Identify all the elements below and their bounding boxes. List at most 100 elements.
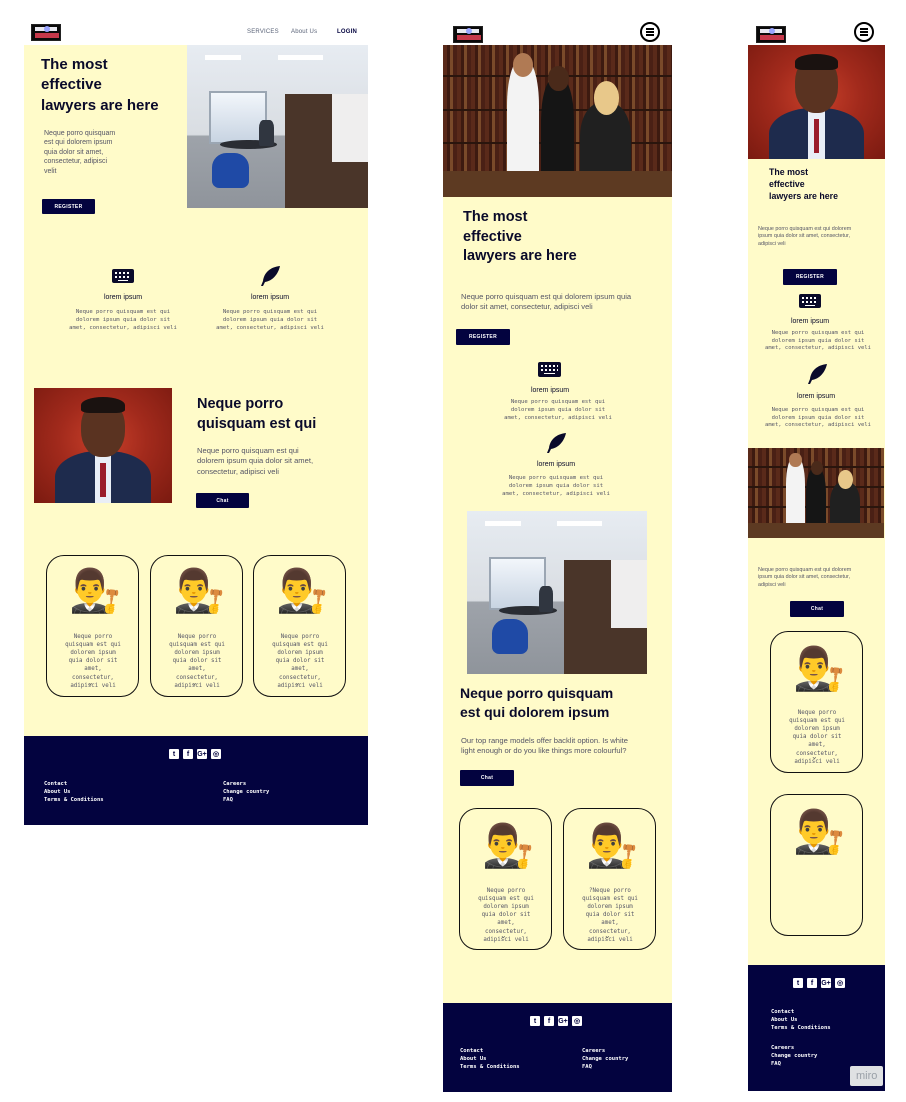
hamburger-menu-icon[interactable] <box>640 22 660 42</box>
hero-text-line: Neque porro quisquam <box>44 130 116 137</box>
footer-country-link[interactable]: Change country <box>771 1053 817 1061</box>
footer-about-link[interactable]: About Us <box>44 789 104 797</box>
office-photo <box>187 45 368 208</box>
nav-login[interactable]: LOGIN <box>337 29 357 35</box>
card-text-line: dolorem ipsum <box>174 650 220 657</box>
logo[interactable] <box>453 26 483 43</box>
lawyer-card[interactable]: 👨‍⚖️ Neque porro quisquam est qui dolorem … <box>459 808 552 950</box>
hero-text: Neque porro quisquam est qui dolorem ips… <box>461 292 631 313</box>
chevron-down-icon[interactable]: ⌄ <box>604 931 611 940</box>
google-plus-icon[interactable]: G+ <box>558 1016 568 1026</box>
footer-contact-link[interactable]: Contact <box>771 1009 831 1017</box>
chat-button[interactable]: Chat <box>790 601 844 617</box>
keyboard-icon <box>112 269 134 283</box>
hero-title-line: lawyers are here <box>41 96 159 114</box>
google-plus-icon[interactable]: G+ <box>821 978 831 988</box>
facebook-icon[interactable]: f <box>807 978 817 988</box>
card-text-line: dolorem ipsum <box>483 904 529 911</box>
feature-text-line: amet, consectetur, adipisci veli <box>216 324 324 331</box>
lawyer-card[interactable]: 👨‍⚖️ Neque porro quisquam est qui dolorem … <box>150 555 243 697</box>
instagram-icon[interactable]: ◎ <box>572 1016 582 1026</box>
google-plus-icon[interactable]: G+ <box>197 749 207 759</box>
footer-terms-link[interactable]: Terms & Conditions <box>44 797 104 805</box>
lawyer-card[interactable]: 👨‍⚖️ ?Neque porro quisquam est qui dolorem… <box>563 808 656 950</box>
chevron-down-icon[interactable]: ⌄ <box>191 678 198 687</box>
about-text-line: consectetur, adipisci veli <box>197 466 279 476</box>
card-text-line: quisquam est qui <box>169 642 225 649</box>
about-text: Neque porro quisquam est qui dolorem ips… <box>758 567 851 589</box>
about-title: Neque porro quisquam est qui <box>197 395 316 434</box>
register-button[interactable]: REGISTER <box>42 199 95 214</box>
footer-country-link[interactable]: Change country <box>223 789 269 797</box>
footer-terms-link[interactable]: Terms & Conditions <box>460 1064 520 1072</box>
hero-text: Neque porro quisquam est qui dolorem ips… <box>758 226 851 248</box>
footer-about-link[interactable]: About Us <box>771 1017 831 1025</box>
lawyer-card[interactable]: 👨‍⚖️ Neque porro quisquam est qui dolorem … <box>253 555 346 697</box>
twitter-icon[interactable]: t <box>530 1016 540 1026</box>
logo[interactable] <box>31 24 61 41</box>
nav-services[interactable]: SERVICES <box>247 29 279 35</box>
facebook-icon[interactable]: f <box>544 1016 554 1026</box>
hero-title: The most effective lawyers are here <box>769 167 838 203</box>
footer-about-link[interactable]: About Us <box>460 1056 520 1064</box>
lawyer-emoji-icon: 👨‍⚖️ <box>173 566 226 615</box>
footer-contact-link[interactable]: Contact <box>44 781 104 789</box>
feature-text-line: amet, consectetur, adipisci veli <box>502 490 610 497</box>
footer-links-left: Contact About Us Terms & Conditions <box>44 781 104 805</box>
logo[interactable] <box>756 26 786 43</box>
footer-careers-link[interactable]: Careers <box>223 781 269 789</box>
feature-text: Neque porro quisquam est qui dolorem ips… <box>488 475 624 498</box>
chevron-down-icon[interactable]: ⌄ <box>500 931 507 940</box>
hero-title-line: effective <box>41 76 102 94</box>
lawyer-emoji-icon: 👨‍⚖️ <box>793 644 846 693</box>
about-text-line: adipisci veli <box>758 581 786 588</box>
hero-title-line: effective <box>463 228 522 245</box>
office-photo <box>467 511 647 674</box>
feature-text-line: amet, consectetur, adipisci veli <box>765 422 871 429</box>
instagram-icon[interactable]: ◎ <box>835 978 845 988</box>
lawyer-card[interactable]: 👨‍⚖️ Neque porro quisquam est qui dolorem … <box>770 631 863 773</box>
facebook-icon[interactable]: f <box>183 749 193 759</box>
lawyers-photo <box>748 448 884 538</box>
quill-icon <box>547 433 566 453</box>
footer-country-link[interactable]: Change country <box>582 1056 628 1064</box>
register-button[interactable]: REGISTER <box>456 329 510 345</box>
footer-links-right: Careers Change country FAQ <box>771 1045 817 1069</box>
instagram-icon[interactable]: ◎ <box>211 749 221 759</box>
social-links: t f G+ ◎ <box>530 1016 582 1026</box>
hero-text-line: dolor sit amet, consectetur, adipisci ve… <box>461 302 593 312</box>
chat-button[interactable]: Chat <box>460 770 514 786</box>
footer-faq-link[interactable]: FAQ <box>771 1061 817 1069</box>
chat-button[interactable]: Chat <box>196 493 249 508</box>
footer-contact-link[interactable]: Contact <box>460 1048 520 1056</box>
card-text-line: quisquam est qui <box>272 642 328 649</box>
feature-title: lorem ipsum <box>103 294 143 301</box>
lawyer-card[interactable]: 👨‍⚖️ <box>770 794 863 936</box>
lawyer-portrait <box>748 45 885 159</box>
feature-text-line: dolorem ipsum quia dolor sit <box>508 482 604 489</box>
card-text-line: amet, <box>808 742 826 749</box>
lawyer-card[interactable]: 👨‍⚖️ Neque porro quisquam est qui dolorem … <box>46 555 139 697</box>
footer-terms-link[interactable]: Terms & Conditions <box>771 1025 831 1033</box>
footer-faq-link[interactable]: FAQ <box>582 1064 628 1072</box>
register-button[interactable]: REGISTER <box>783 269 837 285</box>
nav-about[interactable]: About Us <box>291 29 317 35</box>
feature-title: lorem ipsum <box>790 318 830 325</box>
card-text-line: quia dolor sit <box>792 734 842 741</box>
footer-faq-link[interactable]: FAQ <box>223 797 269 805</box>
about-title-line: Neque porro <box>197 396 284 412</box>
twitter-icon[interactable]: t <box>169 749 179 759</box>
card-text-line: quia dolor sit <box>172 658 222 665</box>
keyboard-icon <box>538 362 561 377</box>
footer-careers-link[interactable]: Careers <box>582 1048 628 1056</box>
footer-careers-link[interactable]: Careers <box>771 1045 817 1053</box>
chevron-down-icon[interactable]: ⌄ <box>811 752 818 761</box>
hamburger-menu-icon[interactable] <box>854 22 874 42</box>
chevron-down-icon[interactable]: ⌄ <box>87 678 94 687</box>
twitter-icon[interactable]: t <box>793 978 803 988</box>
feature-title: lorem ipsum <box>530 387 570 394</box>
footer-links-right: Careers Change country FAQ <box>223 781 269 805</box>
chevron-down-icon[interactable]: ⌄ <box>294 678 301 687</box>
hero-text-line: quia dolor sit amet, <box>44 148 104 156</box>
feature-title: lorem ipsum <box>536 461 576 468</box>
